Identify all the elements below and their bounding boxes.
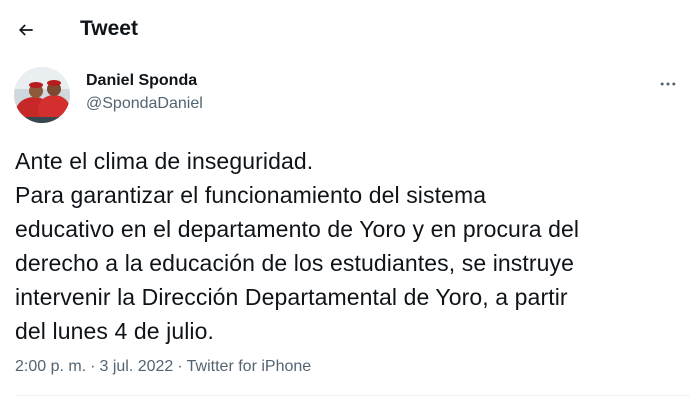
tweet-metadata: 2:00 p. m. · 3 jul. 2022 · Twitter for iPhon… xyxy=(15,358,311,376)
tweet-source[interactable]: Twitter for iPhone xyxy=(187,358,312,375)
back-button[interactable] xyxy=(8,12,44,48)
tweet-text-line: del lunes 4 de julio. xyxy=(15,318,215,344)
display-name[interactable]: Daniel Sponda xyxy=(86,71,203,91)
tweet-text-line: derecho a la educación de los estudiante… xyxy=(15,250,575,276)
page-title: Tweet xyxy=(80,17,138,40)
more-horizontal-icon xyxy=(660,82,676,86)
tweet-date[interactable]: 3 jul. 2022 xyxy=(99,358,173,375)
tweet-text-line: intervenir la Dirección Departamental de… xyxy=(15,284,568,310)
avatar[interactable] xyxy=(14,67,70,123)
meta-separator: · xyxy=(177,358,183,375)
user-handle[interactable]: @SpondaDaniel xyxy=(86,94,203,114)
meta-separator: · xyxy=(90,358,96,375)
tweet-author: Daniel Sponda @SpondaDaniel xyxy=(0,62,700,126)
divider xyxy=(15,395,690,396)
tweet-header: Tweet xyxy=(0,0,700,62)
author-names: Daniel Sponda @SpondaDaniel xyxy=(86,71,203,114)
more-options-button[interactable] xyxy=(650,66,686,102)
tweet-text-line: Para garantizar el funcionamiento del si… xyxy=(15,182,487,208)
tweet-text-line: Ante el clima de inseguridad. xyxy=(15,148,314,174)
arrow-left-icon xyxy=(18,24,33,36)
tweet-time[interactable]: 2:00 p. m. xyxy=(15,358,86,375)
tweet-text: Ante el clima de inseguridad. Para garan… xyxy=(15,144,690,348)
tweet-text-line: educativo en el departamento de Yoro y e… xyxy=(15,216,580,242)
